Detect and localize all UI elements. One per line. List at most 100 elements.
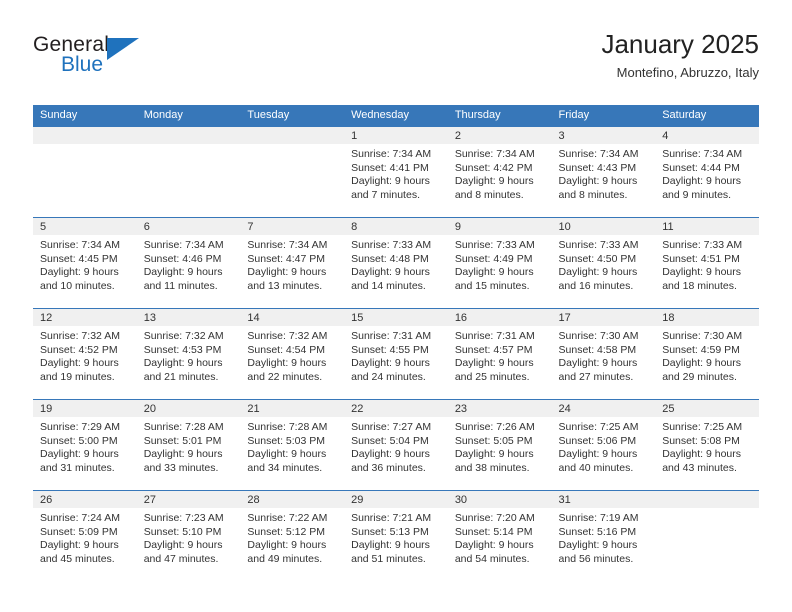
sunrise-text: Sunrise: 7:25 AM <box>662 421 743 433</box>
calendar-day-cell[interactable]: 5 Sunrise: 7:34 AM Sunset: 4:45 PM Daylight… <box>33 217 137 309</box>
sunset-text: Sunset: 4:45 PM <box>40 252 118 265</box>
daylight-text: Daylight: 9 hours <box>454 448 534 460</box>
day-sun-info: Sunrise: 7:34 AM Sunset: 4:42 PM Daylight:… <box>448 144 552 202</box>
day-sun-info: Sunrise: 7:24 AM Sunset: 5:09 PM Daylight:… <box>33 508 137 566</box>
sunrise-text: Sunrise: 7:34 AM <box>662 148 743 160</box>
page-title: January 2025 <box>601 29 759 59</box>
sunrise-text: Sunrise: 7:32 AM <box>40 330 120 342</box>
day-number: 2 <box>447 127 552 144</box>
calendar-day-cell[interactable]: 21 Sunrise: 7:28 AM Sunset: 5:03 PM Dayligh… <box>240 399 345 491</box>
calendar-day-cell[interactable]: 4 Sunrise: 7:34 AM Sunset: 4:44 PM Daylight… <box>655 126 759 218</box>
calendar-day-cell[interactable]: 18 Sunrise: 7:30 AM Sunset: 4:59 PM Dayligh… <box>655 308 759 400</box>
calendar-day-cell[interactable]: 14 Sunrise: 7:32 AM Sunset: 4:54 PM Dayligh… <box>240 308 345 400</box>
calendar-day-cell[interactable]: 15 Sunrise: 7:31 AM Sunset: 4:55 PM Dayligh… <box>344 308 448 400</box>
calendar-day-cell[interactable]: 28 Sunrise: 7:22 AM Sunset: 5:12 PM Dayligh… <box>240 490 345 581</box>
daylight-text: Daylight: 9 hours <box>351 266 430 278</box>
day-sun-info: Sunrise: 7:32 AM Sunset: 4:54 PM Daylight:… <box>240 326 344 384</box>
sunrise-text: Sunrise: 7:33 AM <box>454 239 535 251</box>
calendar-day-cell[interactable]: 6 Sunrise: 7:34 AM Sunset: 4:46 PM Daylight… <box>136 217 241 309</box>
calendar-day-cell[interactable]: 10 Sunrise: 7:33 AM Sunset: 4:50 PM Dayligh… <box>551 217 656 309</box>
page-header: General Blue January 2025 Montefino, Abr… <box>33 28 759 90</box>
calendar-day-cell[interactable]: 30 Sunrise: 7:20 AM Sunset: 5:14 PM Dayligh… <box>447 490 552 581</box>
calendar-day-cell[interactable]: 3 Sunrise: 7:34 AM Sunset: 4:43 PM Daylight… <box>551 126 656 218</box>
calendar-week-row: 12 Sunrise: 7:32 AM Sunset: 4:52 PM Dayligh… <box>33 308 759 400</box>
sunset-text: Sunset: 4:55 PM <box>351 343 429 356</box>
general-blue-logo[interactable]: General Blue <box>33 28 163 86</box>
daylight-text: Daylight: 9 hours <box>454 539 534 551</box>
day-sun-info: Sunrise: 7:32 AM Sunset: 4:53 PM Daylight:… <box>137 326 241 384</box>
day-number <box>33 127 137 144</box>
sunset-text: Sunset: 5:09 PM <box>40 525 118 538</box>
day-number: 30 <box>447 491 552 508</box>
calendar-day-cell[interactable]: 9 Sunrise: 7:33 AM Sunset: 4:49 PM Daylight… <box>447 217 552 309</box>
sunset-text: Sunset: 5:03 PM <box>247 434 326 447</box>
calendar-day-cell[interactable]: 1 Sunrise: 7:34 AM Sunset: 4:41 PM Daylight… <box>344 126 448 218</box>
sunrise-text: Sunrise: 7:20 AM <box>454 512 535 524</box>
sunset-text: Sunset: 4:58 PM <box>558 343 637 356</box>
daylight-text: Daylight: 9 hours <box>247 539 327 551</box>
sunrise-text: Sunrise: 7:23 AM <box>143 512 224 524</box>
calendar-day-cell[interactable]: 12 Sunrise: 7:32 AM Sunset: 4:52 PM Dayligh… <box>33 308 137 400</box>
calendar-day-cell[interactable]: 20 Sunrise: 7:28 AM Sunset: 5:01 PM Dayligh… <box>136 399 241 491</box>
sunrise-text: Sunrise: 7:31 AM <box>454 330 535 342</box>
calendar-day-cell-empty <box>136 126 241 218</box>
daylight-text: and 24 minutes. <box>351 370 426 383</box>
day-sun-info: Sunrise: 7:21 AM Sunset: 5:13 PM Daylight:… <box>344 508 448 566</box>
calendar-day-cell[interactable]: 22 Sunrise: 7:27 AM Sunset: 5:04 PM Dayligh… <box>344 399 448 491</box>
day-number: 16 <box>447 309 552 326</box>
daylight-text: and 49 minutes. <box>247 552 323 565</box>
sunset-text: Sunset: 4:52 PM <box>40 343 118 356</box>
sunrise-text: Sunrise: 7:34 AM <box>247 239 328 251</box>
sunset-text: Sunset: 4:42 PM <box>454 161 533 174</box>
day-sun-info: Sunrise: 7:25 AM Sunset: 5:06 PM Daylight:… <box>552 417 656 475</box>
day-number: 17 <box>551 309 656 326</box>
sunrise-text: Sunrise: 7:27 AM <box>351 421 432 433</box>
calendar-day-cell[interactable]: 11 Sunrise: 7:33 AM Sunset: 4:51 PM Dayligh… <box>655 217 759 309</box>
calendar-day-cell[interactable]: 2 Sunrise: 7:34 AM Sunset: 4:42 PM Daylight… <box>447 126 552 218</box>
sunrise-text: Sunrise: 7:26 AM <box>454 421 535 433</box>
calendar-day-cell[interactable]: 26 Sunrise: 7:24 AM Sunset: 5:09 PM Dayligh… <box>33 490 137 581</box>
sunset-text: Sunset: 5:13 PM <box>351 525 429 538</box>
day-number: 3 <box>551 127 656 144</box>
day-number: 25 <box>655 400 759 417</box>
day-number: 24 <box>551 400 656 417</box>
calendar-day-cell[interactable]: 19 Sunrise: 7:29 AM Sunset: 5:00 PM Dayligh… <box>33 399 137 491</box>
calendar-day-cell[interactable]: 27 Sunrise: 7:23 AM Sunset: 5:10 PM Dayligh… <box>136 490 241 581</box>
day-sun-info: Sunrise: 7:28 AM Sunset: 5:01 PM Daylight:… <box>137 417 241 475</box>
calendar-day-cell[interactable]: 8 Sunrise: 7:33 AM Sunset: 4:48 PM Daylight… <box>344 217 448 309</box>
calendar-day-cell[interactable]: 24 Sunrise: 7:25 AM Sunset: 5:06 PM Dayligh… <box>551 399 656 491</box>
sunset-text: Sunset: 5:00 PM <box>40 434 118 447</box>
daylight-text: and 9 minutes. <box>662 188 732 201</box>
daylight-text: Daylight: 9 hours <box>40 266 119 278</box>
day-number: 19 <box>33 400 137 417</box>
calendar-day-cell[interactable]: 29 Sunrise: 7:21 AM Sunset: 5:13 PM Dayligh… <box>344 490 448 581</box>
day-number: 4 <box>655 127 759 144</box>
daylight-text: Daylight: 9 hours <box>454 266 534 278</box>
calendar-day-cell[interactable]: 25 Sunrise: 7:25 AM Sunset: 5:08 PM Dayligh… <box>655 399 759 491</box>
sunrise-text: Sunrise: 7:31 AM <box>351 330 432 342</box>
day-number: 22 <box>344 400 448 417</box>
calendar-day-cell[interactable]: 23 Sunrise: 7:26 AM Sunset: 5:05 PM Dayligh… <box>447 399 552 491</box>
calendar-day-cell[interactable]: 16 Sunrise: 7:31 AM Sunset: 4:57 PM Dayligh… <box>447 308 552 400</box>
sunset-text: Sunset: 5:16 PM <box>558 525 637 538</box>
calendar-day-cell[interactable]: 31 Sunrise: 7:19 AM Sunset: 5:16 PM Dayligh… <box>551 490 656 581</box>
day-number: 21 <box>240 400 345 417</box>
daylight-text: and 33 minutes. <box>143 461 219 474</box>
calendar-day-cell[interactable]: 7 Sunrise: 7:34 AM Sunset: 4:47 PM Daylight… <box>240 217 345 309</box>
daylight-text: and 45 minutes. <box>40 552 115 565</box>
day-number: 28 <box>240 491 345 508</box>
weekday-header-monday: Monday <box>136 105 241 127</box>
daylight-text: Daylight: 9 hours <box>558 539 638 551</box>
sunrise-text: Sunrise: 7:33 AM <box>662 239 743 251</box>
daylight-text: Daylight: 9 hours <box>454 357 534 369</box>
calendar-day-cell[interactable]: 13 Sunrise: 7:32 AM Sunset: 4:53 PM Dayligh… <box>136 308 241 400</box>
day-number: 31 <box>551 491 656 508</box>
daylight-text: Daylight: 9 hours <box>247 357 327 369</box>
daylight-text: Daylight: 9 hours <box>351 175 430 187</box>
day-number: 13 <box>136 309 241 326</box>
calendar-day-cell[interactable]: 17 Sunrise: 7:30 AM Sunset: 4:58 PM Dayligh… <box>551 308 656 400</box>
sunrise-text: Sunrise: 7:21 AM <box>351 512 432 524</box>
sunrise-text: Sunrise: 7:19 AM <box>558 512 639 524</box>
daylight-text: Daylight: 9 hours <box>351 448 430 460</box>
title-block: January 2025 Montefino, Abruzzo, Italy <box>601 28 759 83</box>
